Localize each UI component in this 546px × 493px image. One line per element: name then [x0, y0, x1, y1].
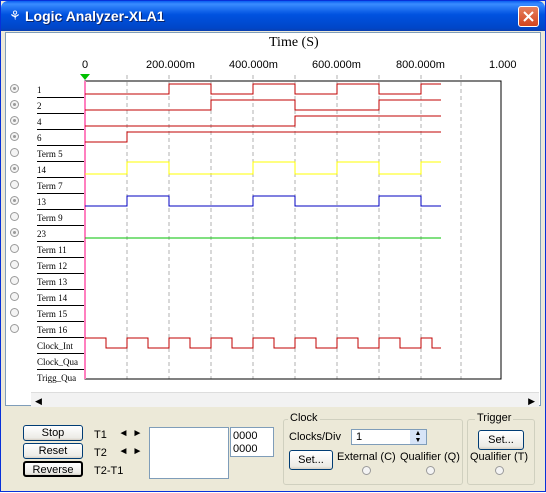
waveform-clock-int: [85, 337, 441, 349]
trigger-group-title: Trigger: [475, 412, 514, 424]
t2-t1-label: T2-T1: [94, 465, 124, 477]
qualifier-t-radio[interactable]: [495, 466, 504, 475]
external-radio[interactable]: [362, 466, 371, 475]
scroll-right-icon[interactable]: ▶: [528, 396, 535, 407]
t2-label: T2: [94, 447, 107, 459]
clocks-per-div-label: Clocks/Div: [289, 431, 341, 443]
qualifier-t-label: Qualifier (T): [470, 451, 529, 463]
cursor-marker[interactable]: [80, 74, 90, 80]
qualifier-q-radio[interactable]: [426, 466, 435, 475]
waveform-6: [85, 131, 441, 143]
waveform-1: [85, 83, 441, 95]
trigger-set-button[interactable]: Set...: [478, 430, 524, 450]
t2-left-arrow-icon[interactable]: ◄: [117, 446, 130, 458]
waveform-4: [85, 115, 441, 127]
t1-right-arrow-icon[interactable]: ►: [131, 428, 144, 440]
qualifier-q-label: Qualifier (Q): [400, 451, 460, 463]
logic-analyzer-window: ⚘ Logic Analyzer-XLA1 1 2 4 6 Term 5 14 …: [0, 0, 546, 492]
scroll-left-icon[interactable]: ◀: [35, 396, 42, 407]
reset-button[interactable]: Reset: [23, 443, 83, 459]
reverse-button[interactable]: Reverse: [23, 461, 83, 477]
waveform-2: [85, 99, 441, 111]
t1-left-arrow-icon[interactable]: ◄: [117, 428, 130, 440]
t2-right-arrow-icon[interactable]: ►: [131, 446, 144, 458]
cursor-readout-box: [149, 427, 229, 479]
t2-value: 0000: [233, 443, 258, 455]
clock-group-title: Clock: [288, 412, 320, 424]
clocks-per-div-value: 1: [356, 431, 363, 443]
waveform-13: [85, 195, 441, 207]
clock-set-button[interactable]: Set...: [289, 450, 333, 470]
spinner-icon[interactable]: ▲ ▼: [410, 430, 426, 444]
t1-label: T1: [94, 429, 107, 441]
waveform-14: [85, 161, 441, 175]
external-label: External (C): [337, 451, 396, 463]
horizontal-scrollbar[interactable]: ◀ ▶: [31, 392, 539, 407]
stop-button[interactable]: Stop: [23, 425, 83, 441]
clocks-per-div-input[interactable]: 1 ▲ ▼: [351, 429, 427, 445]
t1-value: 0000: [233, 430, 258, 442]
